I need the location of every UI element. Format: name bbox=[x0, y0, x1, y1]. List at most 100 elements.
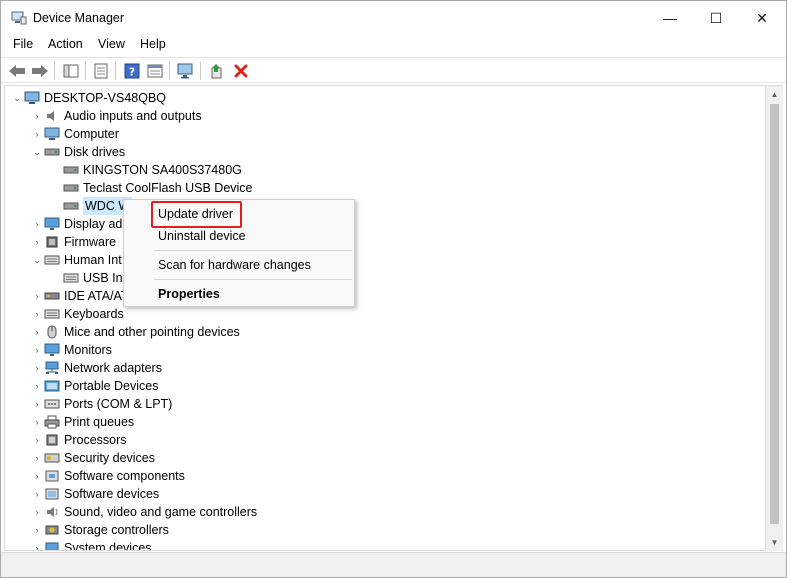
tree-item-teclast[interactable]: Teclast CoolFlash USB Device bbox=[63, 179, 253, 197]
menu-divider bbox=[154, 250, 352, 251]
tree-item-label: Teclast CoolFlash USB Device bbox=[83, 181, 253, 195]
chip-icon bbox=[44, 234, 60, 250]
tree-item-storage[interactable]: › Storage controllers bbox=[30, 521, 169, 539]
tree-item-processors[interactable]: › Processors bbox=[30, 431, 127, 449]
vertical-scrollbar[interactable]: ▲ ▼ bbox=[766, 85, 783, 551]
disk-drive-icon bbox=[63, 162, 79, 178]
tree-root[interactable]: ⌄ DESKTOP-VS48QBQ bbox=[10, 89, 166, 107]
chevron-right-icon[interactable]: › bbox=[30, 485, 44, 503]
chevron-right-icon[interactable]: › bbox=[30, 449, 44, 467]
update-driver-icon[interactable] bbox=[207, 61, 227, 81]
chevron-right-icon[interactable]: › bbox=[30, 323, 44, 341]
tree-item-keyboards[interactable]: › Keyboards bbox=[30, 305, 124, 323]
disk-drive-icon bbox=[63, 180, 79, 196]
monitor-icon bbox=[44, 216, 60, 232]
maximize-button[interactable]: ☐ bbox=[693, 1, 739, 35]
tree-item-ports[interactable]: › Ports (COM & LPT) bbox=[30, 395, 173, 413]
tree-item-mice[interactable]: › Mice and other pointing devices bbox=[30, 323, 240, 341]
tree-item-monitors[interactable]: › Monitors bbox=[30, 341, 112, 359]
tree-item-print-queues[interactable]: › Print queues bbox=[30, 413, 135, 431]
chevron-right-icon[interactable]: › bbox=[30, 305, 44, 323]
tree-item-label: Software devices bbox=[64, 487, 160, 501]
tree-item-label: IDE ATA/AT bbox=[64, 289, 129, 303]
chevron-right-icon[interactable]: › bbox=[30, 521, 44, 539]
tree-item-display[interactable]: › Display ad bbox=[30, 215, 123, 233]
back-icon[interactable] bbox=[7, 61, 27, 81]
details-icon[interactable] bbox=[145, 61, 165, 81]
chevron-right-icon[interactable]: › bbox=[30, 413, 44, 431]
forward-icon[interactable] bbox=[30, 61, 50, 81]
scan-monitor-icon[interactable] bbox=[176, 61, 196, 81]
toolbar: ? bbox=[1, 57, 786, 83]
chevron-right-icon[interactable]: › bbox=[30, 125, 44, 143]
chevron-down-icon[interactable]: ⌄ bbox=[30, 251, 44, 269]
scrollbar-thumb[interactable] bbox=[770, 104, 779, 524]
chevron-right-icon[interactable]: › bbox=[30, 467, 44, 485]
tree-item-security[interactable]: › Security devices bbox=[30, 449, 156, 467]
tree-item-label: Disk drives bbox=[64, 145, 126, 159]
menu-bar: File Action View Help bbox=[1, 35, 786, 55]
tree-item-label: Portable Devices bbox=[64, 379, 159, 393]
tree-item-network[interactable]: › Network adapters bbox=[30, 359, 162, 377]
status-bar bbox=[1, 552, 786, 577]
show-hide-tree-icon[interactable] bbox=[61, 61, 81, 81]
tree-item-kingston[interactable]: KINGSTON SA400S37480G bbox=[63, 161, 242, 179]
chevron-right-icon[interactable]: › bbox=[30, 431, 44, 449]
tree-item-disk-drives[interactable]: ⌄ Disk drives bbox=[30, 143, 125, 161]
tree-item-firmware[interactable]: › Firmware bbox=[30, 233, 117, 251]
tree-item-computer[interactable]: › Computer bbox=[30, 125, 119, 143]
computer-icon bbox=[24, 90, 40, 106]
scroll-down-icon[interactable]: ▼ bbox=[766, 534, 783, 551]
tree-item-hid[interactable]: ⌄ Human Int bbox=[30, 251, 121, 269]
menu-help[interactable]: Help bbox=[140, 37, 166, 51]
chevron-down-icon[interactable]: ⌄ bbox=[30, 143, 44, 161]
chevron-right-icon[interactable]: › bbox=[30, 395, 44, 413]
tree-item-usb-input[interactable]: USB Inp bbox=[63, 269, 130, 287]
properties-menu-item[interactable]: Properties bbox=[158, 287, 220, 301]
scroll-up-icon[interactable]: ▲ bbox=[766, 86, 783, 103]
tree-item-label: Audio inputs and outputs bbox=[64, 109, 202, 123]
device-manager-icon bbox=[11, 11, 27, 25]
chevron-right-icon[interactable]: › bbox=[30, 287, 44, 305]
menu-view[interactable]: View bbox=[98, 37, 125, 51]
disk-drive-icon bbox=[63, 198, 79, 214]
scan-hardware-menu-item[interactable]: Scan for hardware changes bbox=[158, 258, 311, 272]
tree-item-audio[interactable]: › Audio inputs and outputs bbox=[30, 107, 202, 125]
properties-icon[interactable] bbox=[91, 61, 111, 81]
tree-item-sound[interactable]: › Sound, video and game controllers bbox=[30, 503, 258, 521]
menu-divider bbox=[154, 279, 352, 280]
tree-item-label: Security devices bbox=[64, 451, 156, 465]
menu-action[interactable]: Action bbox=[48, 37, 83, 51]
uninstall-x-icon[interactable] bbox=[231, 61, 251, 81]
help-icon[interactable]: ? bbox=[122, 61, 142, 81]
chevron-down-icon[interactable]: ⌄ bbox=[10, 89, 24, 107]
system-icon bbox=[44, 540, 60, 550]
security-icon bbox=[44, 450, 60, 466]
chevron-right-icon[interactable]: › bbox=[30, 503, 44, 521]
software-icon bbox=[44, 486, 60, 502]
chevron-right-icon[interactable]: › bbox=[30, 341, 44, 359]
minimize-button[interactable]: — bbox=[647, 1, 693, 35]
chevron-right-icon[interactable]: › bbox=[30, 233, 44, 251]
tree-item-label: System devices bbox=[64, 541, 152, 551]
storage-icon bbox=[44, 522, 60, 538]
chevron-right-icon[interactable]: › bbox=[30, 539, 44, 550]
tree-item-ide[interactable]: › IDE ATA/AT bbox=[30, 287, 129, 305]
update-driver-menu-item[interactable]: Update driver bbox=[158, 207, 233, 221]
chevron-right-icon[interactable]: › bbox=[30, 377, 44, 395]
tree-item-portable[interactable]: › Portable Devices bbox=[30, 377, 159, 395]
menu-file[interactable]: File bbox=[13, 37, 33, 51]
tree-item-wdc[interactable]: WDC W bbox=[63, 197, 133, 215]
tree-item-software-components[interactable]: › Software components bbox=[30, 467, 185, 485]
context-menu: Update driver Uninstall device Scan for … bbox=[123, 199, 355, 307]
window-title: Device Manager bbox=[33, 11, 125, 25]
speaker-icon bbox=[44, 108, 60, 124]
chevron-right-icon[interactable]: › bbox=[30, 215, 44, 233]
uninstall-device-menu-item[interactable]: Uninstall device bbox=[158, 229, 246, 243]
chevron-right-icon[interactable]: › bbox=[30, 359, 44, 377]
close-button[interactable]: ✕ bbox=[739, 1, 785, 35]
tree-item-label: Keyboards bbox=[64, 307, 124, 321]
chevron-right-icon[interactable]: › bbox=[30, 107, 44, 125]
tree-item-software-devices[interactable]: › Software devices bbox=[30, 485, 160, 503]
tree-item-system[interactable]: › System devices bbox=[30, 539, 152, 551]
